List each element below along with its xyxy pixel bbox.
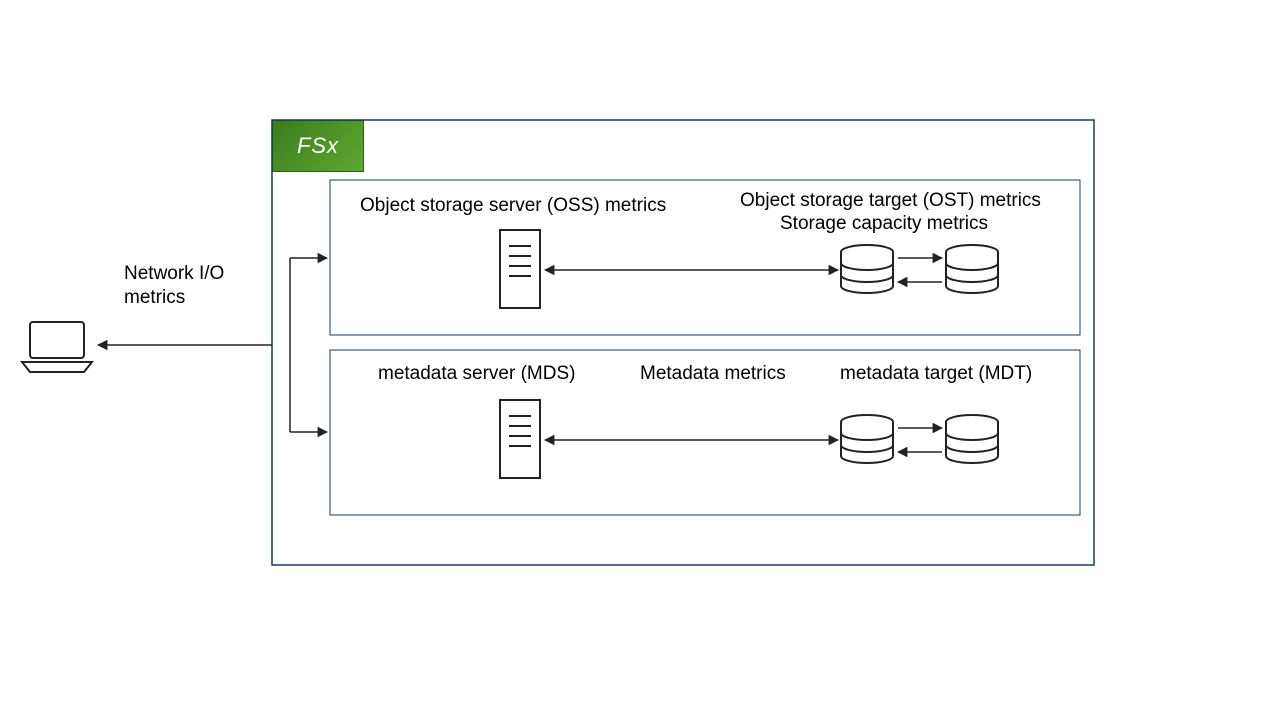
oss-server-icon: [500, 230, 540, 308]
laptop-icon: [22, 322, 92, 372]
mdt-db2-icon: [946, 415, 998, 463]
diagram-svg: [0, 0, 1280, 720]
mds-server-icon: [500, 400, 540, 478]
diagram-stage: FSx Network I/O metrics Object storage s…: [0, 0, 1280, 720]
ost-db1-icon: [841, 245, 893, 293]
ost-db2-icon: [946, 245, 998, 293]
fsx-container-box: [272, 120, 1094, 565]
mdt-db1-icon: [841, 415, 893, 463]
